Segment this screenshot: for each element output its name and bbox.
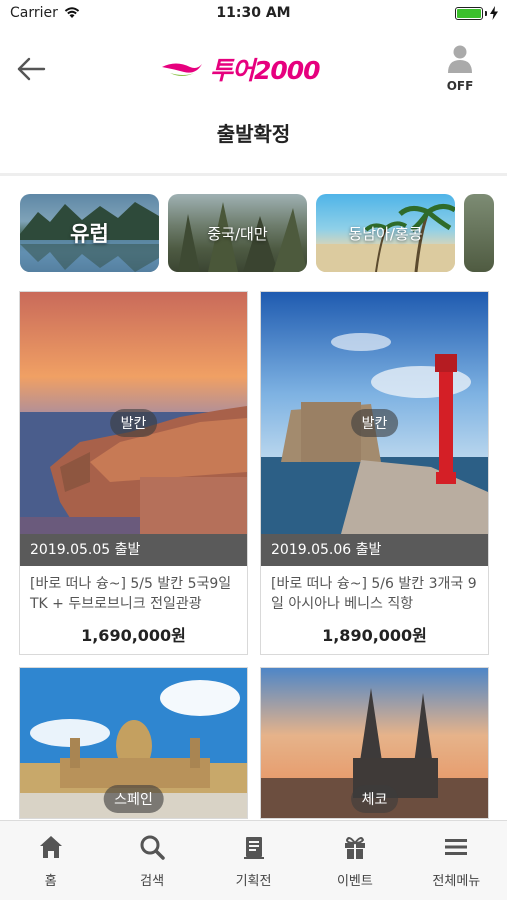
category-europe[interactable]: 유럽 xyxy=(20,194,159,272)
region-badge: 발칸 xyxy=(109,409,158,437)
tab-home[interactable]: 홈 xyxy=(0,821,101,900)
product-card[interactable]: 발칸 2019.05.05 출발 [바로 떠나 슝~] 5/5 발칸 5국9일 … xyxy=(19,291,248,655)
back-arrow-icon[interactable] xyxy=(16,56,46,82)
page-title: 출발확정 xyxy=(216,122,291,146)
product-price: 1,690,000원 xyxy=(81,626,186,645)
brand-logo[interactable]: 투어2000 xyxy=(160,52,321,86)
gift-icon xyxy=(344,837,365,859)
product-photo: 발칸 xyxy=(261,292,488,534)
status-time: 11:30 AM xyxy=(216,5,291,21)
bottom-tab-bar: 홈 검색 기획전 이벤트 전체메뉴 xyxy=(0,820,507,900)
app-screen: Carrier 11:30 AM 투어2000 OFF 출발확정 유럽 중국/대… xyxy=(0,0,507,900)
battery-group xyxy=(455,6,499,20)
category-china-taiwan[interactable]: 중국/대만 xyxy=(168,194,307,272)
user-status-button[interactable]: OFF xyxy=(443,44,477,93)
category-label: 유럽 xyxy=(70,222,109,246)
menu-icon xyxy=(445,839,468,855)
tab-event[interactable]: 이벤트 xyxy=(304,821,405,900)
product-card[interactable]: 스페인 xyxy=(19,667,248,819)
departure-date: 2019.05.06 출발 xyxy=(261,534,488,566)
user-status-label: OFF xyxy=(446,79,474,93)
category-carousel[interactable]: 유럽 중국/대만 동남아/홍콩 xyxy=(20,194,507,274)
home-icon xyxy=(39,836,62,858)
product-photo: 발칸 xyxy=(20,292,247,534)
tab-label: 홈 xyxy=(44,874,57,889)
category-next-partial[interactable] xyxy=(464,194,494,272)
tab-search[interactable]: 검색 xyxy=(101,821,202,900)
product-price: 1,890,000원 xyxy=(322,626,427,645)
tab-special-exhibition[interactable]: 기획전 xyxy=(203,821,304,900)
charging-bolt-icon xyxy=(490,6,498,20)
header-divider xyxy=(0,173,507,176)
product-photo: 체코 xyxy=(261,668,488,818)
product-photo: 스페인 xyxy=(20,668,247,818)
product-title: [바로 떠나 슝~] 5/5 발칸 5국9일 TK + 두브로브니크 전일관광 xyxy=(30,576,232,612)
product-title: [바로 떠나 슝~] 5/6 발칸 3개국 9일 아시아나 베니스 직항 xyxy=(271,576,477,612)
document-icon xyxy=(243,837,264,859)
nav-bar: 투어2000 OFF xyxy=(0,28,507,108)
product-card[interactable]: 체코 xyxy=(260,667,489,819)
battery-icon xyxy=(455,6,483,20)
region-badge: 체코 xyxy=(350,785,399,813)
tab-full-menu[interactable]: 전체메뉴 xyxy=(406,821,507,900)
region-badge: 스페인 xyxy=(103,785,164,813)
category-label: 동남아/홍콩 xyxy=(348,224,423,243)
user-icon xyxy=(448,45,472,73)
product-card[interactable]: 발칸 2019.05.06 출발 [바로 떠나 슝~] 5/6 발칸 3개국 9… xyxy=(260,291,489,655)
logo-swoosh-icon xyxy=(162,63,202,76)
departure-date: 2019.05.05 출발 xyxy=(20,534,247,566)
region-badge: 발칸 xyxy=(350,409,399,437)
tab-label: 이벤트 xyxy=(336,874,373,889)
tab-label: 검색 xyxy=(140,874,165,889)
logo-text: 투어2000 xyxy=(210,56,321,85)
tab-label: 기획전 xyxy=(235,874,272,889)
category-label: 중국/대만 xyxy=(207,224,268,243)
search-icon xyxy=(140,835,165,860)
category-southeast-asia-hongkong[interactable]: 동남아/홍콩 xyxy=(316,194,455,272)
tab-label: 전체메뉴 xyxy=(432,874,481,889)
status-bar: Carrier 11:30 AM xyxy=(0,0,507,28)
